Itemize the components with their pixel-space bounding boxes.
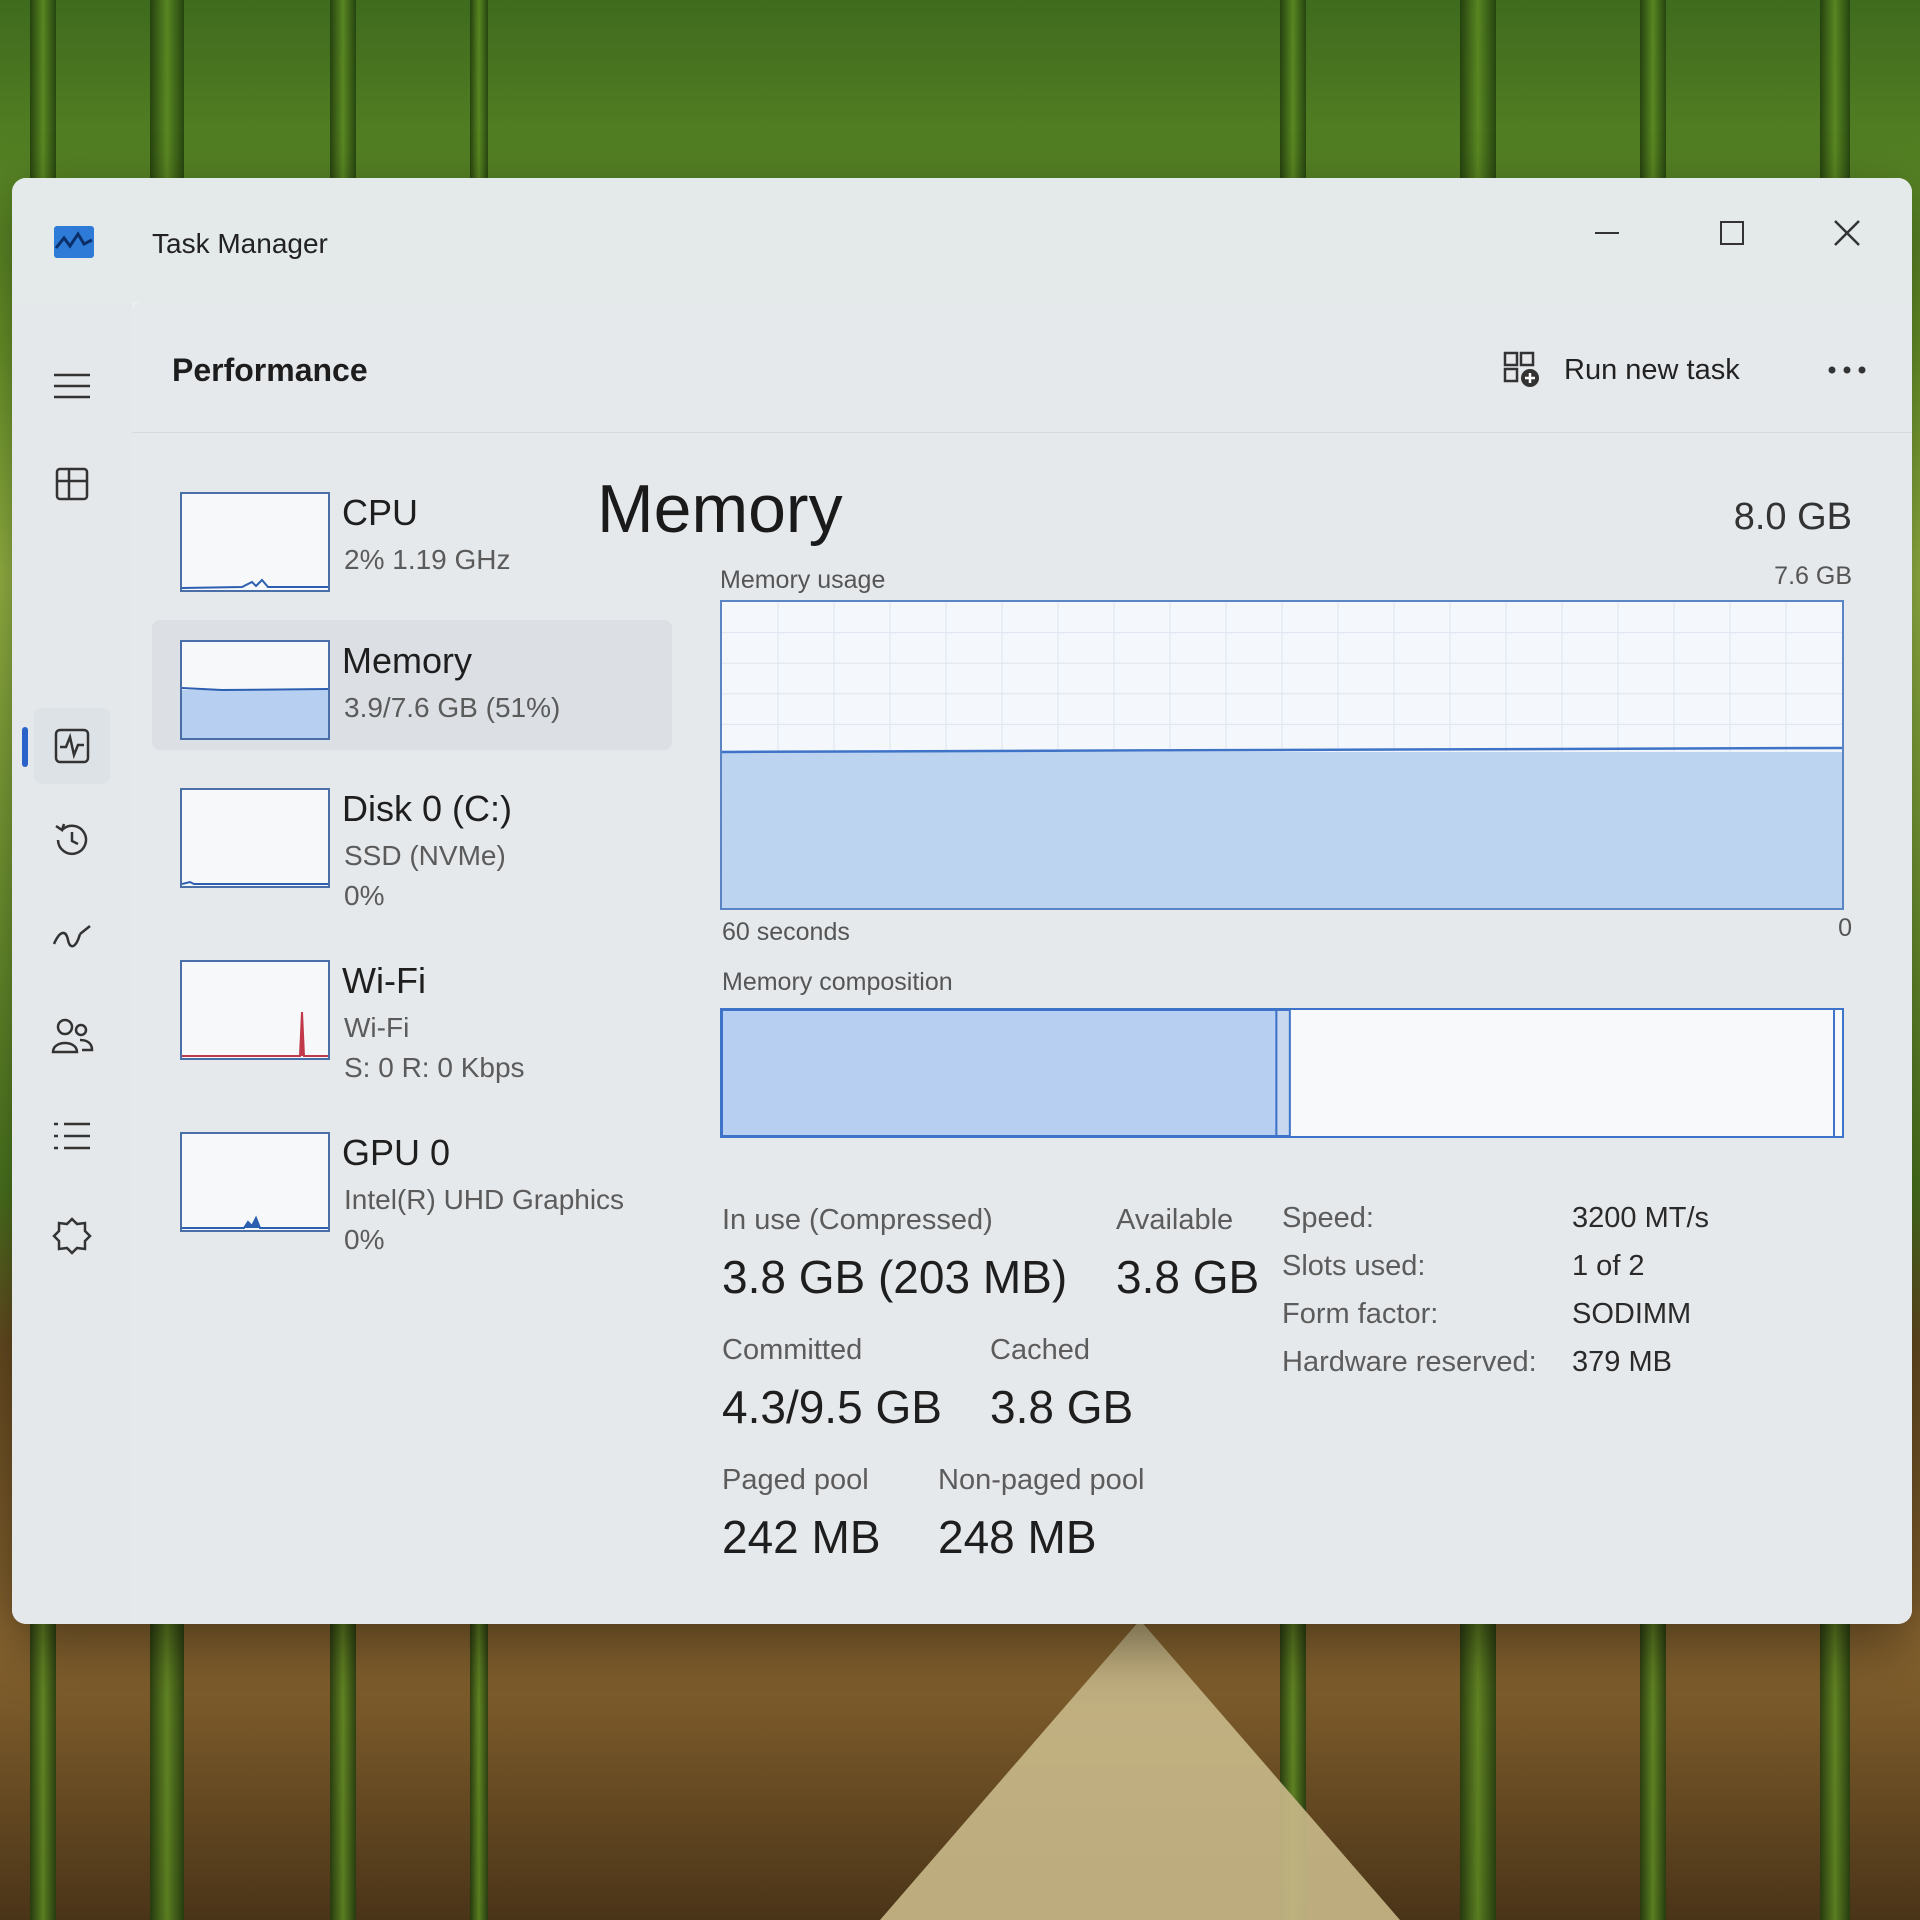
users-icon: [51, 1018, 94, 1054]
resource-utilization: 0%: [344, 1224, 385, 1255]
cpu-thumbnail-graph: [180, 492, 330, 592]
resource-detail: 3.9/7.6 GB (51%): [344, 692, 561, 723]
more-icon: [1828, 366, 1866, 374]
resource-utilization: 0%: [344, 880, 385, 911]
memory-usage-area: [722, 751, 1842, 908]
time-zero-label: 0: [1838, 914, 1852, 942]
resource-detail: Wi-Fi: [344, 1012, 410, 1043]
resource-throughput: S: 0 R: 0 Kbps: [344, 1052, 525, 1083]
resource-gpu[interactable]: GPU 0 Intel(R) UHD Graphics 0%: [152, 1112, 672, 1262]
resource-name: Disk 0 (C:): [342, 788, 512, 829]
committed-value: 4.3/9.5 GB: [722, 1381, 942, 1433]
nav-processes[interactable]: [34, 446, 110, 522]
run-new-task-label: Run new task: [1564, 353, 1740, 386]
task-manager-app-icon: [54, 226, 94, 258]
maximize-button[interactable]: [1697, 198, 1767, 268]
run-task-icon: [1503, 351, 1539, 387]
wifi-thumbnail-graph: [180, 960, 330, 1060]
composition-modified-segment: [1275, 1010, 1291, 1136]
minimize-button[interactable]: [1572, 198, 1642, 268]
processes-icon: [55, 467, 89, 501]
more-options-button[interactable]: [1812, 340, 1882, 400]
hardware-reserved-value: 379 MB: [1572, 1346, 1672, 1378]
navigation-rail: [12, 302, 132, 1624]
app-history-icon: [55, 823, 88, 856]
minimize-icon: [1595, 232, 1619, 234]
resource-memory[interactable]: Memory 3.9/7.6 GB (51%): [152, 620, 672, 750]
cached-value: 3.8 GB: [990, 1381, 1134, 1433]
committed-label: Committed: [722, 1334, 863, 1366]
close-button[interactable]: [1812, 198, 1882, 268]
detail-title: Memory: [597, 471, 843, 547]
nav-users[interactable]: [34, 998, 110, 1074]
performance-icon: [54, 728, 90, 764]
composition-in-use-segment: [722, 1010, 1278, 1136]
form-factor-value: SODIMM: [1572, 1298, 1692, 1330]
resource-wifi[interactable]: Wi-Fi Wi-Fi S: 0 R: 0 Kbps: [152, 940, 672, 1090]
resource-disk[interactable]: Disk 0 (C:) SSD (NVMe) 0%: [152, 768, 672, 918]
memory-usage-graph: [720, 600, 1844, 910]
hardware-reserved-label: Hardware reserved:: [1282, 1346, 1537, 1378]
slots-used-label: Slots used:: [1282, 1250, 1426, 1282]
nonpaged-pool-value: 248 MB: [938, 1511, 1097, 1563]
paged-pool-label: Paged pool: [722, 1464, 869, 1496]
resource-name: Memory: [342, 640, 473, 681]
resource-name: CPU: [342, 492, 419, 533]
header-divider: [132, 432, 1912, 433]
nonpaged-pool-label: Non-paged pool: [938, 1464, 1145, 1496]
run-new-task-button[interactable]: Run new task: [1502, 340, 1740, 400]
memory-thumbnail-graph: [180, 640, 330, 740]
memory-composition-label: Memory composition: [722, 968, 953, 996]
resource-detail: Intel(R) UHD Graphics: [344, 1184, 625, 1215]
memory-composition-bar: [720, 1008, 1844, 1138]
services-icon: [52, 1217, 92, 1255]
form-factor-label: Form factor:: [1282, 1298, 1439, 1330]
slots-used-value: 1 of 2: [1572, 1250, 1645, 1282]
speed-label: Speed:: [1282, 1202, 1374, 1234]
nav-services[interactable]: [34, 1198, 110, 1274]
in-use-label: In use (Compressed): [722, 1204, 993, 1236]
window-title: Task Manager: [152, 228, 328, 259]
nav-details[interactable]: [34, 1098, 110, 1174]
task-manager-window: Task Manager Performance Run new task CP…: [12, 178, 1912, 1624]
maximize-icon: [1720, 221, 1744, 245]
memory-usage-label: Memory usage: [720, 566, 886, 594]
speed-value: 3200 MT/s: [1572, 1202, 1709, 1234]
time-span-label: 60 seconds: [722, 918, 850, 946]
page-title: Performance: [172, 352, 368, 388]
nav-hamburger[interactable]: [34, 348, 110, 424]
resource-name: Wi-Fi: [342, 960, 426, 1001]
nav-performance[interactable]: [34, 708, 110, 784]
paged-pool-value: 242 MB: [722, 1511, 881, 1563]
details-icon: [54, 1122, 90, 1150]
gpu-thumbnail-graph: [180, 1132, 330, 1232]
nav-app-history[interactable]: [34, 802, 110, 878]
nav-startup-apps[interactable]: [34, 900, 110, 976]
memory-usage-max: 7.6 GB: [1774, 562, 1852, 590]
available-label: Available: [1116, 1204, 1234, 1236]
resource-detail: SSD (NVMe): [344, 840, 506, 871]
available-value: 3.8 GB: [1116, 1251, 1260, 1303]
hamburger-icon: [54, 373, 90, 399]
memory-composition-chart: [722, 1010, 1835, 1136]
resource-cpu[interactable]: CPU 2% 1.19 GHz: [152, 472, 672, 602]
detail-total-memory: 8.0 GB: [1733, 496, 1852, 538]
in-use-value: 3.8 GB (203 MB): [722, 1251, 1068, 1303]
startup-apps-icon: [52, 925, 91, 948]
resource-name: GPU 0: [342, 1132, 451, 1173]
memory-usage-chart: [722, 602, 1842, 908]
close-icon: [1834, 220, 1860, 246]
resource-detail: 2% 1.19 GHz: [344, 544, 511, 575]
active-nav-indicator: [22, 727, 28, 767]
disk-thumbnail-graph: [180, 788, 330, 888]
cached-label: Cached: [990, 1334, 1090, 1366]
title-bar: Task Manager: [12, 178, 1912, 302]
